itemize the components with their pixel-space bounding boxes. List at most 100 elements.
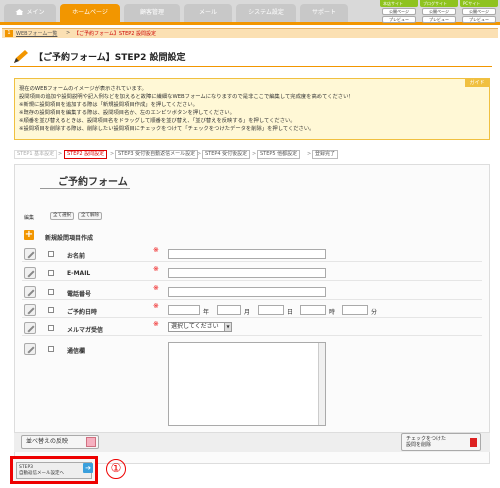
field-row-newsletter: メルマガ受信 ※ 選択してください ▼ bbox=[22, 320, 482, 336]
form-title-underline bbox=[40, 188, 130, 189]
guide-line: ※順番を並び替えるときは、設問項目名をドラッグして順番を並び替え、「並び替えを反… bbox=[19, 118, 296, 124]
required-mark: ※ bbox=[153, 246, 159, 254]
public-page-button[interactable]: 公開ページ bbox=[422, 8, 456, 15]
top-nav: メイン ホームページ 顧客管理 メール システム設定 サポート 本店サイト 公開… bbox=[0, 0, 500, 25]
day-input[interactable] bbox=[258, 305, 284, 315]
pencil-edit-icon[interactable] bbox=[24, 322, 36, 334]
email-input[interactable] bbox=[168, 268, 326, 278]
add-icon[interactable]: + bbox=[24, 230, 34, 240]
row-checkbox[interactable] bbox=[48, 251, 54, 257]
delete-checked-button[interactable]: チェックをつけた 設問を削除 bbox=[401, 433, 481, 451]
step-arrow: > bbox=[197, 151, 202, 157]
next-label-line2: 自動返信メール設定へ bbox=[19, 471, 64, 476]
deselect-all-button[interactable]: 全て解除 bbox=[78, 212, 102, 220]
row-checkbox[interactable] bbox=[48, 346, 54, 352]
breadcrumb-parent-link[interactable]: WEBフォーム一覧 bbox=[16, 30, 57, 37]
name-input[interactable] bbox=[168, 249, 326, 259]
step-3[interactable]: STEP3 受付後自動返信メール設定 bbox=[115, 150, 199, 159]
public-page-button[interactable]: 公開ページ bbox=[382, 8, 416, 15]
guide-line: 設問項目の追加や設問説明や記入例などを加えると故障に繊細なWEBフォームになりま… bbox=[19, 94, 354, 100]
site-box-1: 本店サイト 公開ページ プレビュー bbox=[380, 0, 418, 25]
apply-sort-button[interactable]: 並べ替えの反映 bbox=[21, 435, 99, 449]
site-label: ブログサイト bbox=[420, 0, 458, 7]
breadcrumb-current: 【ご予約フォーム】STEP2 設問設定 bbox=[74, 31, 157, 37]
day-unit: 日 bbox=[287, 309, 294, 316]
preview-button[interactable]: プレビュー bbox=[382, 16, 416, 23]
public-page-button[interactable]: 公開ページ bbox=[462, 8, 496, 15]
year-input[interactable] bbox=[168, 305, 200, 315]
tab-system[interactable]: システム設定 bbox=[236, 4, 296, 22]
step-1[interactable]: STEP1 基本設定 bbox=[14, 150, 58, 159]
title-divider bbox=[10, 66, 492, 67]
step-5[interactable]: STEP5 他都設定 bbox=[257, 150, 301, 159]
pencil-edit-icon[interactable] bbox=[24, 267, 36, 279]
tab-support[interactable]: サポート bbox=[300, 4, 348, 22]
next-step-highlight: STEP3 自動返信メール設定へ ➔ bbox=[10, 456, 98, 484]
row-checkbox[interactable] bbox=[48, 325, 54, 331]
site-label: PCサイト bbox=[460, 0, 498, 7]
newsletter-select[interactable]: 選択してください ▼ bbox=[168, 322, 232, 332]
breadcrumb-separator: > bbox=[66, 30, 71, 36]
phone-input[interactable] bbox=[168, 287, 326, 297]
pencil-edit-icon[interactable] bbox=[24, 286, 36, 298]
field-label[interactable]: 通信欄 bbox=[67, 346, 85, 355]
step-4[interactable]: STEP4 受付後設定 bbox=[202, 150, 251, 159]
step-done: 登録完了 bbox=[312, 150, 339, 159]
month-input[interactable] bbox=[217, 305, 241, 315]
site-label: 本店サイト bbox=[380, 0, 418, 7]
row-checkbox[interactable] bbox=[48, 270, 54, 276]
field-label[interactable]: ご予約日時 bbox=[67, 307, 97, 316]
pencil-edit-icon[interactable] bbox=[24, 248, 36, 260]
tab-homepage[interactable]: ホームページ bbox=[60, 4, 120, 22]
breadcrumb-number: 1 bbox=[5, 30, 13, 37]
minute-input[interactable] bbox=[342, 305, 368, 315]
required-mark: ※ bbox=[153, 265, 159, 273]
trash-icon bbox=[470, 438, 477, 447]
page-title: 【ご予約フォーム】STEP2 設問設定 bbox=[34, 53, 186, 63]
minute-unit: 分 bbox=[371, 309, 378, 316]
pencil-edit-icon[interactable] bbox=[24, 304, 36, 316]
guide-line: ※設問項目を削除する際は、削除したい設問項目にチェックをつけて「チェックをつけた… bbox=[19, 126, 315, 132]
chevron-down-icon: ▼ bbox=[224, 323, 231, 331]
guide-line: 現在のWEBフォームのイメージが表示されています。 bbox=[19, 86, 147, 92]
tab-main[interactable]: メイン bbox=[4, 4, 56, 22]
tab-mail[interactable]: メール bbox=[184, 4, 232, 22]
step-arrow: > bbox=[110, 151, 115, 157]
field-label[interactable]: メルマガ受信 bbox=[67, 325, 103, 334]
year-unit: 年 bbox=[203, 309, 210, 316]
field-label[interactable]: 電話番号 bbox=[67, 289, 91, 298]
pencil-edit-icon[interactable] bbox=[24, 343, 36, 355]
pencil-icon bbox=[14, 50, 28, 63]
select-value: 選択してください bbox=[171, 323, 219, 330]
title-bar: 【ご予約フォーム】STEP2 設問設定 bbox=[10, 46, 490, 66]
step-arrow: > bbox=[58, 151, 63, 157]
guide-line: ※既存の設問項目を編集する際は、設問項目名か、左のエンピツボタンを押してください… bbox=[19, 110, 235, 116]
field-row-email: E-MAIL ※ bbox=[22, 265, 482, 281]
guide-box: ガイド 現在のWEBフォームのイメージが表示されています。 設問項目の追加や設問… bbox=[14, 78, 490, 140]
month-unit: 月 bbox=[244, 309, 251, 316]
guide-tag: ガイド bbox=[465, 79, 489, 87]
field-row-name: お名前 ※ bbox=[22, 246, 482, 262]
select-all-button[interactable]: 全て選択 bbox=[50, 212, 74, 220]
field-label[interactable]: E-MAIL bbox=[67, 270, 90, 277]
breadcrumb: 1 WEBフォーム一覧 > 【ご予約フォーム】STEP2 設問設定 bbox=[2, 28, 498, 38]
sort-button-label: 並べ替えの反映 bbox=[26, 438, 69, 445]
next-step-button[interactable]: STEP3 自動返信メール設定へ bbox=[16, 462, 92, 479]
arrow-right-icon[interactable]: ➔ bbox=[83, 463, 93, 473]
tab-customers[interactable]: 顧客管理 bbox=[124, 4, 180, 22]
preview-button[interactable]: プレビュー bbox=[462, 16, 496, 23]
row-checkbox[interactable] bbox=[48, 307, 54, 313]
field-label[interactable]: お名前 bbox=[67, 251, 85, 260]
new-item-link[interactable]: 新規設問項目作成 bbox=[45, 233, 93, 242]
scrollbar[interactable] bbox=[318, 343, 325, 425]
preview-button[interactable]: プレビュー bbox=[422, 16, 456, 23]
step-2: STEP2 設問設定 bbox=[64, 150, 108, 159]
field-row-datetime: ご予約日時 ※ 年 月 日 時 分 bbox=[22, 302, 482, 318]
hour-input[interactable] bbox=[300, 305, 326, 315]
step-arrow: > bbox=[307, 151, 312, 157]
row-checkbox[interactable] bbox=[48, 289, 54, 295]
message-textarea[interactable] bbox=[168, 342, 326, 426]
site-box-3: PCサイト 公開ページ プレビュー bbox=[460, 0, 498, 25]
site-box-2: ブログサイト 公開ページ プレビュー bbox=[420, 0, 458, 25]
delete-label-line2: 設問を削除 bbox=[406, 442, 432, 448]
